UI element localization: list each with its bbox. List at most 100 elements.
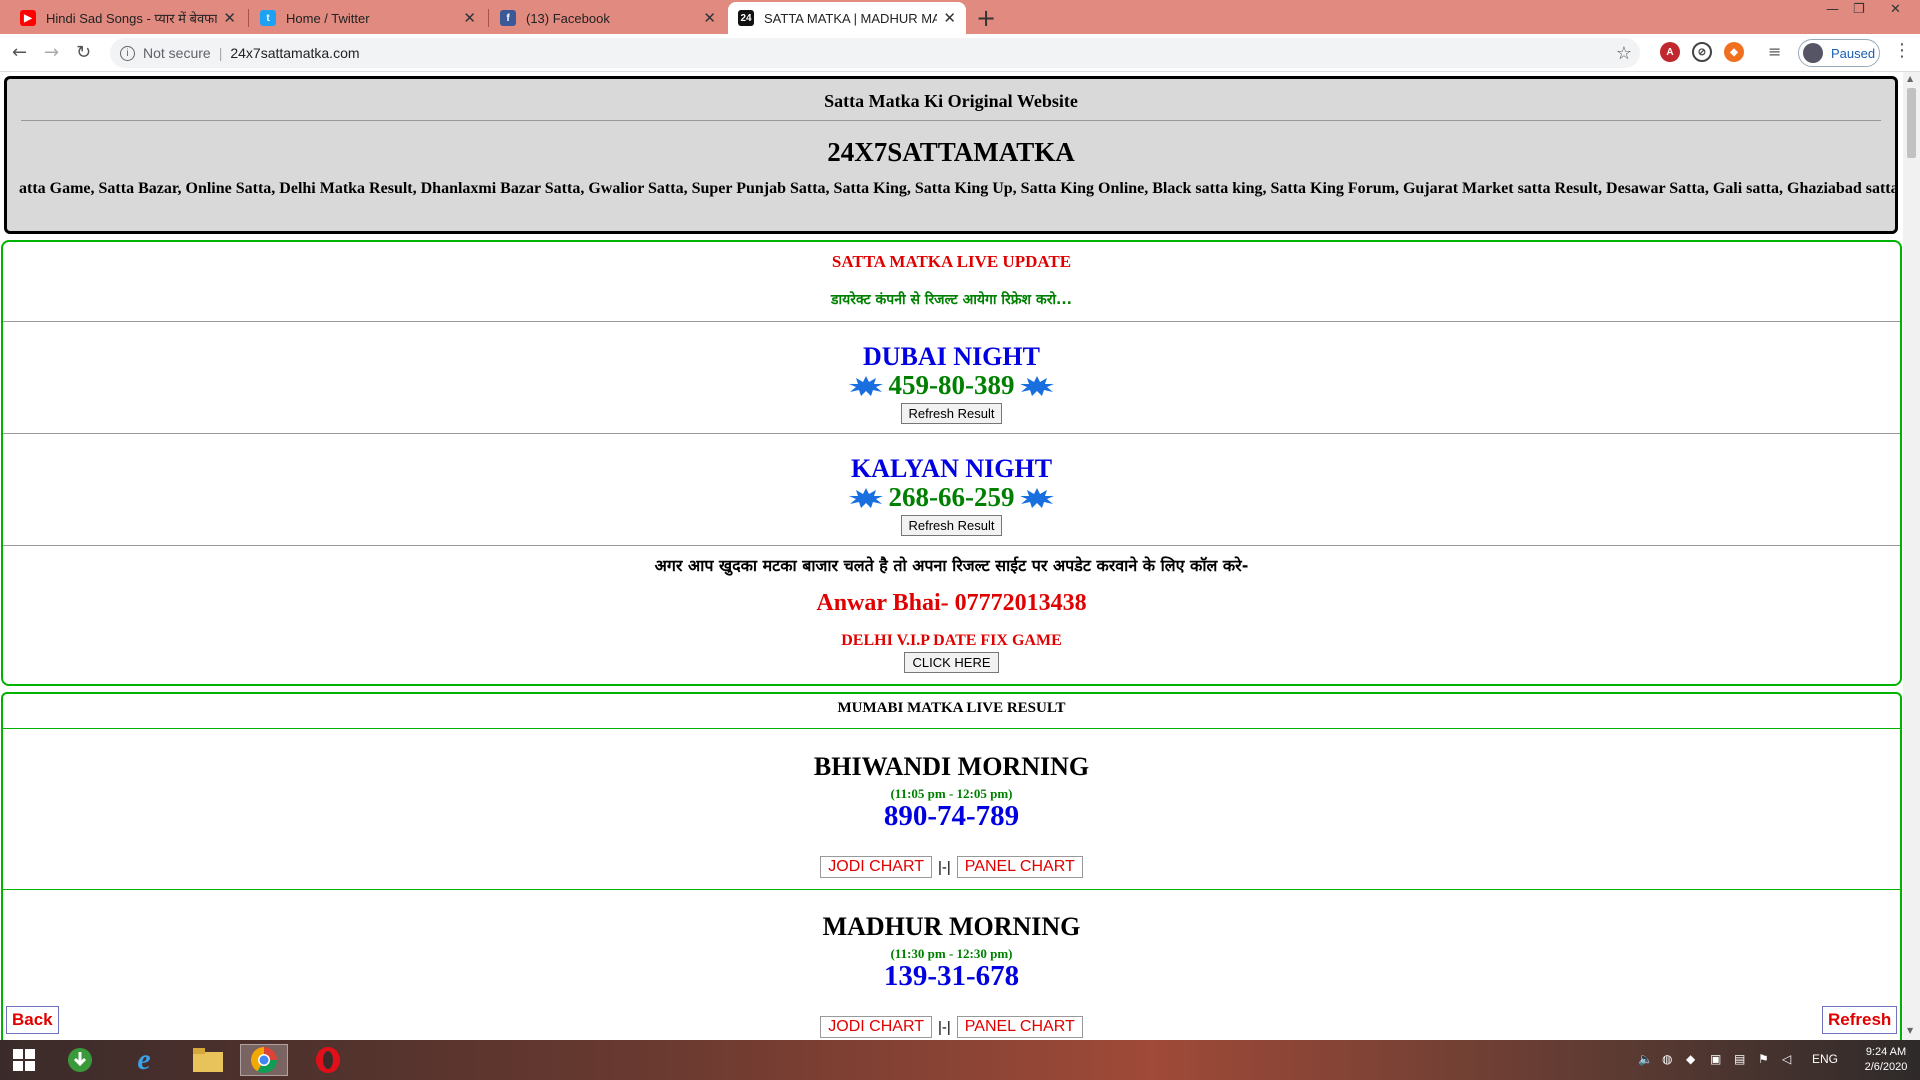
tab-facebook[interactable]: f (13) Facebook ✕ xyxy=(490,2,726,34)
tab-youtube[interactable]: ▶ Hindi Sad Songs - प्यार में बेवफाई ✕ xyxy=(10,2,246,34)
media-controls-icon[interactable]: ≡ xyxy=(1768,42,1781,61)
market-name-bhiwandi-morning: BHIWANDI MORNING xyxy=(813,752,1090,781)
divider xyxy=(3,545,1900,546)
minimize-icon[interactable]: — xyxy=(1826,2,1839,17)
info-icon[interactable]: i xyxy=(120,45,135,61)
facebook-icon: f xyxy=(500,10,516,26)
scrollbar-thumb[interactable] xyxy=(1907,88,1916,158)
game-number-kalyan-night: 268-66-259 xyxy=(848,482,1055,513)
site-tagline: Satta Matka Ki Original Website xyxy=(824,91,1078,111)
bookmark-star-icon[interactable]: ☆ xyxy=(1616,43,1632,64)
keyword-marquee: atta Game, Satta Bazar, Online Satta, De… xyxy=(19,180,1895,197)
game-name-dubai-night: DUBAI NIGHT xyxy=(863,342,1040,371)
forward-arrow-icon[interactable]: → xyxy=(44,42,59,63)
chart-links-row: JODI CHART |-| PANEL CHART xyxy=(3,856,1900,878)
security-label: Not secure xyxy=(143,45,211,61)
back-arrow-icon[interactable]: ← xyxy=(12,42,27,63)
volume-tray-icon[interactable]: 🔈 xyxy=(1638,1052,1653,1066)
refresh-button[interactable]: Refresh xyxy=(1822,1006,1898,1034)
tab-title: Home / Twitter xyxy=(286,10,370,26)
clock-time: 9:24 AM xyxy=(1865,1046,1907,1058)
divider xyxy=(3,889,1900,890)
close-icon[interactable]: ✕ xyxy=(223,9,236,27)
new-burst-icon xyxy=(848,487,883,508)
header-divider xyxy=(21,120,1881,121)
site-name[interactable]: 24X7SATTAMATKA xyxy=(7,137,1895,168)
mumbai-result-title: MUMABI MATKA LIVE RESULT xyxy=(837,700,1066,716)
panel-chart-button[interactable]: PANEL CHART xyxy=(956,1016,1083,1038)
address-bar[interactable]: i Not secure | 24x7sattamatka.com ☆ xyxy=(110,38,1640,68)
tab-twitter[interactable]: t Home / Twitter ✕ xyxy=(250,2,486,34)
tab-separator xyxy=(248,9,249,27)
close-icon[interactable]: ✕ xyxy=(943,9,956,27)
chrome-icon[interactable] xyxy=(240,1044,288,1076)
tab-separator xyxy=(488,9,489,27)
divider xyxy=(3,321,1900,322)
divider xyxy=(3,433,1900,434)
window-close-icon[interactable]: ✕ xyxy=(1890,2,1901,17)
divider xyxy=(3,728,1900,729)
extension-icon[interactable]: ◆ xyxy=(1724,42,1744,62)
live-update-subtitle: डायरेक्ट कंपनी से रिजल्ट आयेगा रिफ्रेश क… xyxy=(830,292,1073,308)
tab-title: Hindi Sad Songs - प्यार में बेवफाई xyxy=(46,11,218,26)
tab-title: (13) Facebook xyxy=(526,10,610,26)
display-tray-icon[interactable]: ▤ xyxy=(1734,1052,1745,1066)
game-result-row: 268-66-259 xyxy=(3,482,1900,513)
opera-icon[interactable] xyxy=(304,1044,352,1076)
url-text[interactable]: 24x7sattamatka.com xyxy=(230,45,359,61)
refresh-result-button[interactable]: Refresh Result xyxy=(900,515,1003,536)
result-update-notice: अगर आप खुदका मटका बाजार चलते है तो अपना … xyxy=(654,556,1249,575)
menu-dots-icon[interactable]: ⋮ xyxy=(1893,40,1911,61)
refresh-row: Refresh Result xyxy=(3,515,1900,536)
page-scrollbar[interactable]: ▲ ▼ xyxy=(1903,72,1920,1040)
result-number: 268-66-259 xyxy=(888,482,1015,512)
game-name-kalyan-night: KALYAN NIGHT xyxy=(850,454,1053,483)
nvidia-tray-icon[interactable]: ▣ xyxy=(1710,1052,1721,1066)
windows-taskbar: e 🔈 ◍ ◆ ▣ ▤ ⚑ ◁ ENG 9:24 AM 2/6/2020 xyxy=(0,1040,1920,1080)
site-header: Satta Matka Ki Original Website 24X7SATT… xyxy=(4,76,1898,234)
action-center-flag-icon[interactable]: ⚑ xyxy=(1758,1052,1769,1066)
avatar xyxy=(1803,43,1823,63)
language-indicator[interactable]: ENG xyxy=(1812,1052,1838,1066)
tab-title: SATTA MATKA | MADHUR MATKA xyxy=(764,10,938,26)
jodi-chart-button[interactable]: JODI CHART xyxy=(820,1016,932,1038)
reload-icon[interactable]: ↻ xyxy=(76,42,91,63)
close-icon[interactable]: ✕ xyxy=(463,9,476,27)
browser-tab-strip: ▶ Hindi Sad Songs - प्यार में बेवफाई ✕ t… xyxy=(0,0,1920,34)
refresh-result-button[interactable]: Refresh Result xyxy=(900,403,1003,424)
new-burst-icon xyxy=(1020,487,1055,508)
scroll-up-icon[interactable]: ▲ xyxy=(1907,74,1913,83)
internet-explorer-icon[interactable]: e xyxy=(120,1043,168,1076)
vip-row: CLICK HERE xyxy=(3,652,1900,673)
panel-chart-button[interactable]: PANEL CHART xyxy=(956,856,1083,878)
tray-icon[interactable]: ◆ xyxy=(1686,1052,1695,1066)
jodi-chart-button[interactable]: JODI CHART xyxy=(820,856,932,878)
twitter-icon: t xyxy=(260,10,276,26)
contact-number: Anwar Bhai- 07772013438 xyxy=(816,590,1087,616)
live-update-section: SATTA MATKA LIVE UPDATE डायरेक्ट कंपनी स… xyxy=(1,240,1902,686)
restore-icon[interactable]: ❐ xyxy=(1853,2,1865,17)
network-tray-icon[interactable]: ◍ xyxy=(1662,1052,1672,1066)
click-here-button[interactable]: CLICK HERE xyxy=(904,652,999,673)
scroll-down-icon[interactable]: ▼ xyxy=(1907,1026,1913,1035)
tab-satta-matka[interactable]: 24 SATTA MATKA | MADHUR MATKA ✕ xyxy=(728,2,966,34)
separator: |-| xyxy=(937,858,951,876)
new-tab-icon[interactable]: + xyxy=(976,4,996,32)
back-button[interactable]: Back xyxy=(6,1006,59,1034)
site-icon: 24 xyxy=(738,10,754,26)
block-icon[interactable]: ⊘ xyxy=(1692,42,1712,62)
speaker-muted-icon[interactable]: ◁ xyxy=(1782,1052,1791,1066)
close-icon[interactable]: ✕ xyxy=(703,9,716,27)
new-burst-icon xyxy=(1020,375,1055,396)
download-manager-icon[interactable] xyxy=(56,1044,104,1076)
system-clock[interactable]: 9:24 AM 2/6/2020 xyxy=(1856,1045,1916,1075)
new-burst-icon xyxy=(848,375,883,396)
market-name-madhur-morning: MADHUR MORNING xyxy=(822,912,1081,941)
adblock-extension-icon[interactable]: A xyxy=(1660,42,1680,62)
mumbai-result-section: MUMABI MATKA LIVE RESULT BHIWANDI MORNIN… xyxy=(1,692,1902,1040)
windows-start-icon[interactable] xyxy=(0,1044,48,1076)
profile-button[interactable]: Paused xyxy=(1798,39,1880,67)
game-number-dubai-night: 459-80-389 xyxy=(848,370,1055,401)
file-explorer-icon[interactable] xyxy=(184,1044,232,1076)
profile-label: Paused xyxy=(1831,45,1876,61)
